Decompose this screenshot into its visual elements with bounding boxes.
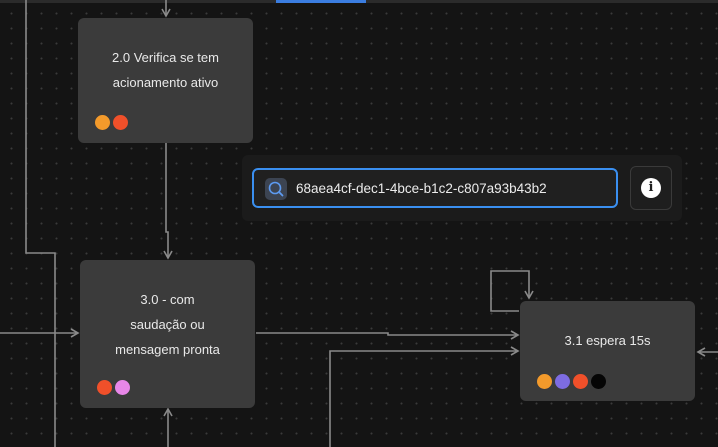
status-dot xyxy=(555,374,570,389)
info-button[interactable]: i xyxy=(630,166,672,210)
node-title-line: mensagem pronta xyxy=(115,342,220,357)
status-dot xyxy=(537,374,552,389)
edge-lower-to-3-1 xyxy=(329,346,520,447)
status-dot xyxy=(573,374,588,389)
node-title-line: acionamento ativo xyxy=(112,75,219,90)
status-dot xyxy=(97,380,112,395)
node-title: 3.0 - com saudação ou mensagem pronta xyxy=(80,287,255,362)
flow-node-3-1[interactable]: 3.1 espera 15s xyxy=(520,301,695,401)
edge-2-0-to-3-0 xyxy=(163,143,173,260)
status-dot xyxy=(113,115,128,130)
node-status-dots xyxy=(95,115,128,130)
status-dot xyxy=(115,380,130,395)
node-title-line: 3.1 espera 15s xyxy=(564,333,651,348)
status-dot xyxy=(95,115,110,130)
search-panel: i xyxy=(242,155,682,221)
edge-3-0-to-3-1 xyxy=(256,330,520,340)
info-icon: i xyxy=(641,178,661,198)
search-box[interactable] xyxy=(252,168,618,208)
node-status-dots xyxy=(97,380,130,395)
edge-left-branch-to-3-0 xyxy=(25,0,56,447)
search-icon[interactable] xyxy=(265,178,287,200)
flow-node-3-0[interactable]: 3.0 - com saudação ou mensagem pronta xyxy=(80,260,255,408)
status-dot xyxy=(591,374,606,389)
node-title: 3.1 espera 15s xyxy=(520,328,695,353)
node-title-line: 2.0 Verifica se tem xyxy=(112,50,219,65)
node-status-dots xyxy=(537,374,606,389)
node-title-line: 3.0 - com xyxy=(140,292,195,307)
search-input[interactable] xyxy=(296,170,614,206)
node-title: 2.0 Verifica se tem acionamento ativo xyxy=(78,45,253,95)
flow-node-2-0[interactable]: 2.0 Verifica se tem acionamento ativo xyxy=(78,18,253,143)
node-title-line: saudação ou xyxy=(130,317,205,332)
